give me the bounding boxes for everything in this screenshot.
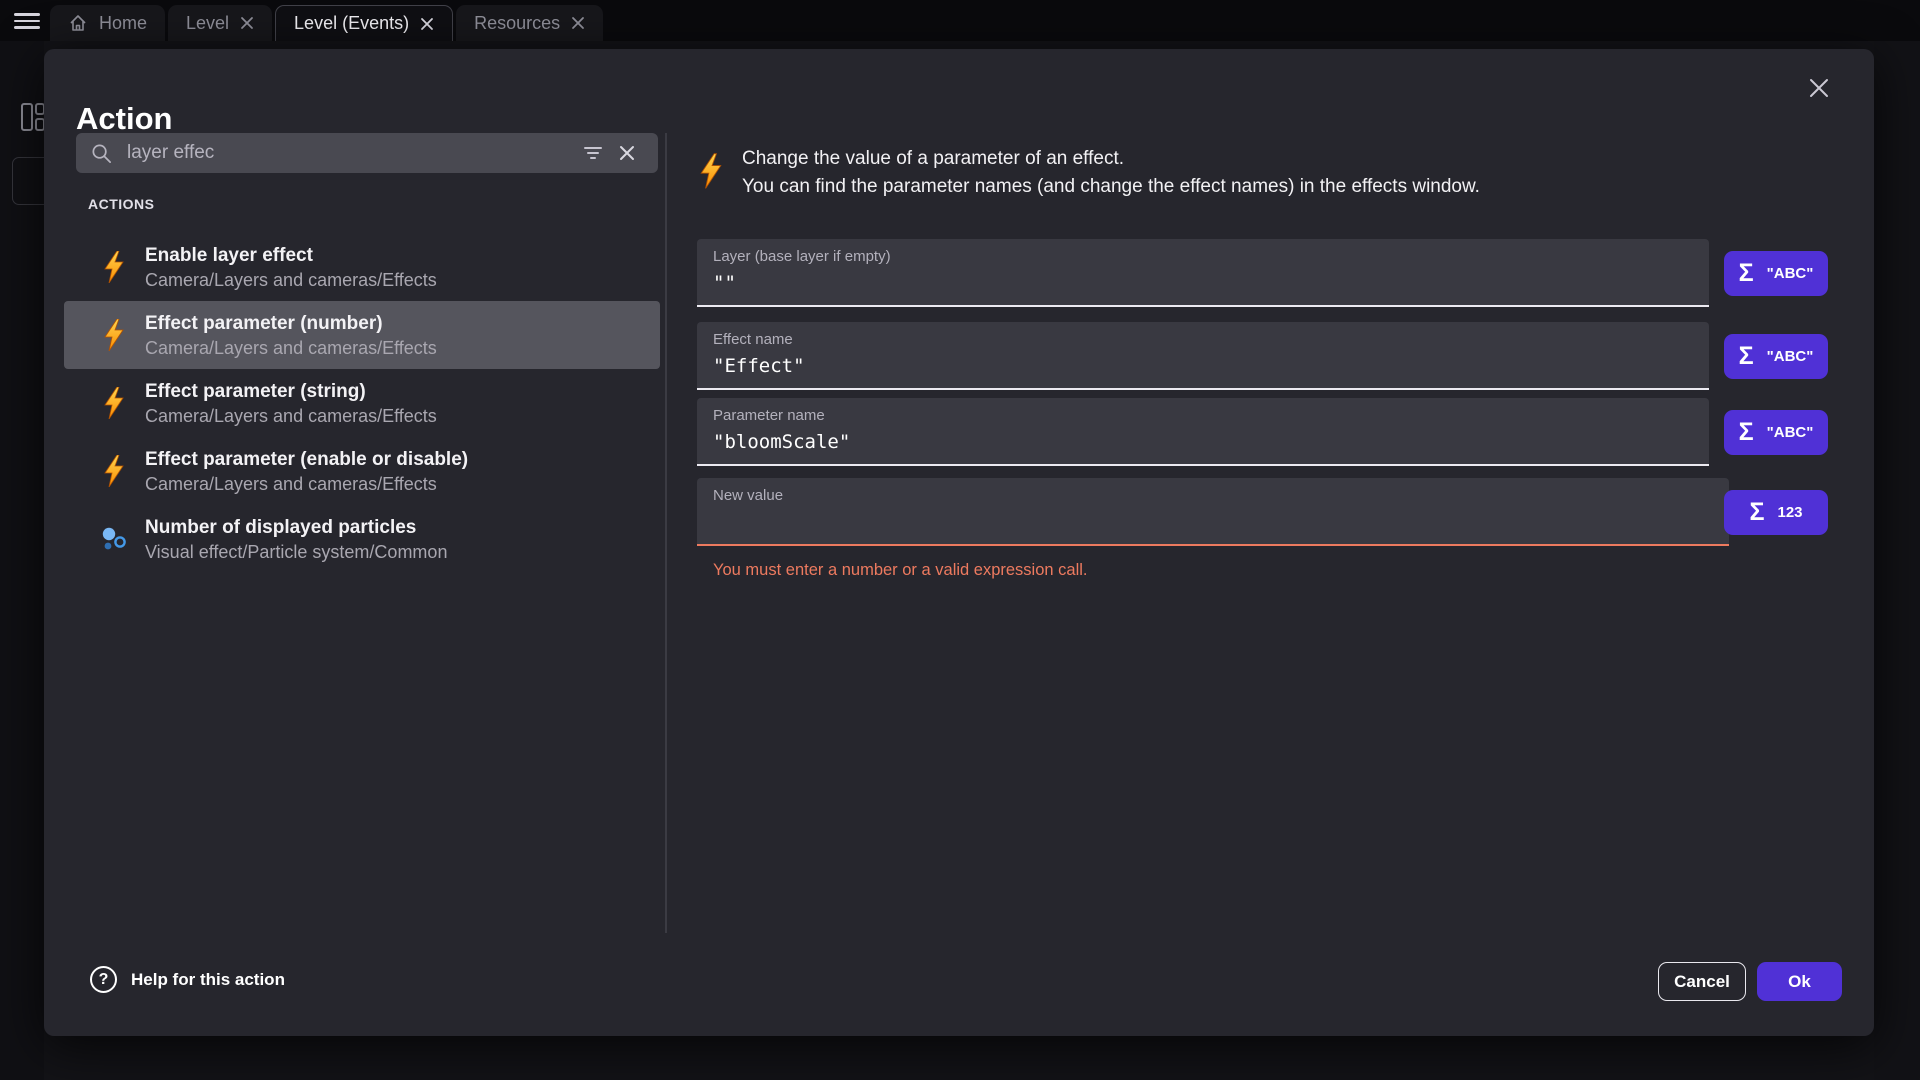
- dialog-close-icon[interactable]: [1804, 73, 1834, 103]
- cancel-button[interactable]: Cancel: [1658, 962, 1746, 1001]
- actions-section-label: ACTIONS: [88, 196, 155, 212]
- help-link[interactable]: ? Help for this action: [90, 966, 285, 993]
- sigma-icon: Σ: [1749, 498, 1764, 527]
- expression-builder-button-parameter-name[interactable]: Σ "ABC": [1724, 410, 1828, 455]
- field-label: New value: [713, 487, 1713, 504]
- field-effect-name[interactable]: Effect name "Effect": [697, 322, 1709, 390]
- action-item-title: Effect parameter (number): [145, 311, 437, 336]
- dialog-title: Action: [76, 101, 172, 137]
- field-value: "": [713, 272, 1693, 294]
- close-icon[interactable]: [571, 16, 585, 30]
- tab-label: Home: [99, 13, 147, 34]
- filter-icon[interactable]: [576, 136, 610, 170]
- action-list-item[interactable]: Effect parameter (enable or disable) Cam…: [64, 437, 660, 505]
- sigma-icon: Σ: [1739, 418, 1754, 447]
- sigma-icon: Σ: [1739, 259, 1754, 288]
- expression-builder-button-layer[interactable]: Σ "ABC": [1724, 251, 1828, 296]
- events-sheet-background: dd...: [1874, 41, 1920, 1080]
- field-layer[interactable]: Layer (base layer if empty) "": [697, 239, 1709, 307]
- expression-type-label: "ABC": [1767, 348, 1814, 365]
- validation-error-text: You must enter a number or a valid expre…: [713, 561, 1088, 580]
- expression-type-label: "ABC": [1767, 265, 1814, 282]
- lightning-icon: [698, 153, 724, 201]
- lightning-icon: [100, 319, 128, 351]
- left-toolbar: [0, 41, 44, 1080]
- sigma-icon: Σ: [1739, 342, 1754, 371]
- tab-label: Level (Events): [294, 13, 409, 34]
- action-item-path: Camera/Layers and cameras/Effects: [145, 472, 468, 496]
- field-label: Effect name: [713, 331, 1693, 348]
- description-line-2: You can find the parameter names (and ch…: [742, 173, 1480, 201]
- lightning-icon: [100, 387, 128, 419]
- expression-builder-button-new-value[interactable]: Σ 123: [1724, 490, 1828, 535]
- action-item-path: Visual effect/Particle system/Common: [145, 540, 447, 564]
- home-icon: [68, 13, 88, 33]
- expression-type-label: 123: [1777, 504, 1802, 521]
- search-icon: [90, 142, 113, 165]
- action-search-bar[interactable]: [76, 133, 658, 173]
- action-description: Change the value of a parameter of an ef…: [698, 145, 1480, 201]
- action-item-path: Camera/Layers and cameras/Effects: [145, 336, 437, 360]
- action-item-path: Camera/Layers and cameras/Effects: [145, 268, 437, 292]
- lightning-icon: [100, 455, 128, 487]
- tab-label: Level: [186, 13, 229, 34]
- field-new-value[interactable]: New value: [697, 478, 1729, 546]
- action-dialog: Action ACTIONS Enable layer effec: [44, 49, 1874, 1036]
- ok-button[interactable]: Ok: [1757, 962, 1842, 1001]
- field-value: "bloomScale": [713, 431, 1693, 453]
- action-item-title: Number of displayed particles: [145, 515, 447, 540]
- action-list-item-selected[interactable]: Effect parameter (number) Camera/Layers …: [64, 301, 660, 369]
- expression-type-label: "ABC": [1767, 424, 1814, 441]
- help-label: Help for this action: [131, 970, 285, 990]
- action-item-title: Effect parameter (enable or disable): [145, 447, 468, 472]
- clear-search-icon[interactable]: [610, 136, 644, 170]
- action-list-item[interactable]: Effect parameter (string) Camera/Layers …: [64, 369, 660, 437]
- panel-divider: [665, 133, 667, 933]
- hamburger-menu-icon[interactable]: [14, 13, 40, 29]
- close-icon[interactable]: [240, 16, 254, 30]
- field-parameter-name[interactable]: Parameter name "bloomScale": [697, 398, 1709, 466]
- action-list: Enable layer effect Camera/Layers and ca…: [64, 233, 660, 573]
- tab-bar: Home Level Level (Events) Resources: [50, 0, 603, 41]
- search-input[interactable]: [127, 142, 576, 164]
- tab-level-events[interactable]: Level (Events): [275, 5, 453, 41]
- action-list-item[interactable]: Number of displayed particles Visual eff…: [64, 505, 660, 573]
- action-item-title: Effect parameter (string): [145, 379, 437, 404]
- description-line-1: Change the value of a parameter of an ef…: [742, 145, 1480, 173]
- close-icon[interactable]: [420, 17, 434, 31]
- particles-icon: [100, 526, 128, 553]
- field-label: Parameter name: [713, 407, 1693, 424]
- toggle-panels-icon[interactable]: [20, 102, 46, 132]
- tab-label: Resources: [474, 13, 560, 34]
- field-label: Layer (base layer if empty): [713, 248, 1693, 265]
- tab-level[interactable]: Level: [168, 5, 272, 41]
- app-top-bar: Home Level Level (Events) Resources: [0, 0, 1920, 41]
- expression-builder-button-effect-name[interactable]: Σ "ABC": [1724, 334, 1828, 379]
- lightning-icon: [100, 251, 128, 283]
- action-item-path: Camera/Layers and cameras/Effects: [145, 404, 437, 428]
- tab-resources[interactable]: Resources: [456, 5, 603, 41]
- action-list-item[interactable]: Enable layer effect Camera/Layers and ca…: [64, 233, 660, 301]
- action-item-title: Enable layer effect: [145, 243, 437, 268]
- field-value: "Effect": [713, 355, 1693, 377]
- tab-home[interactable]: Home: [50, 5, 165, 41]
- help-icon: ?: [90, 966, 117, 993]
